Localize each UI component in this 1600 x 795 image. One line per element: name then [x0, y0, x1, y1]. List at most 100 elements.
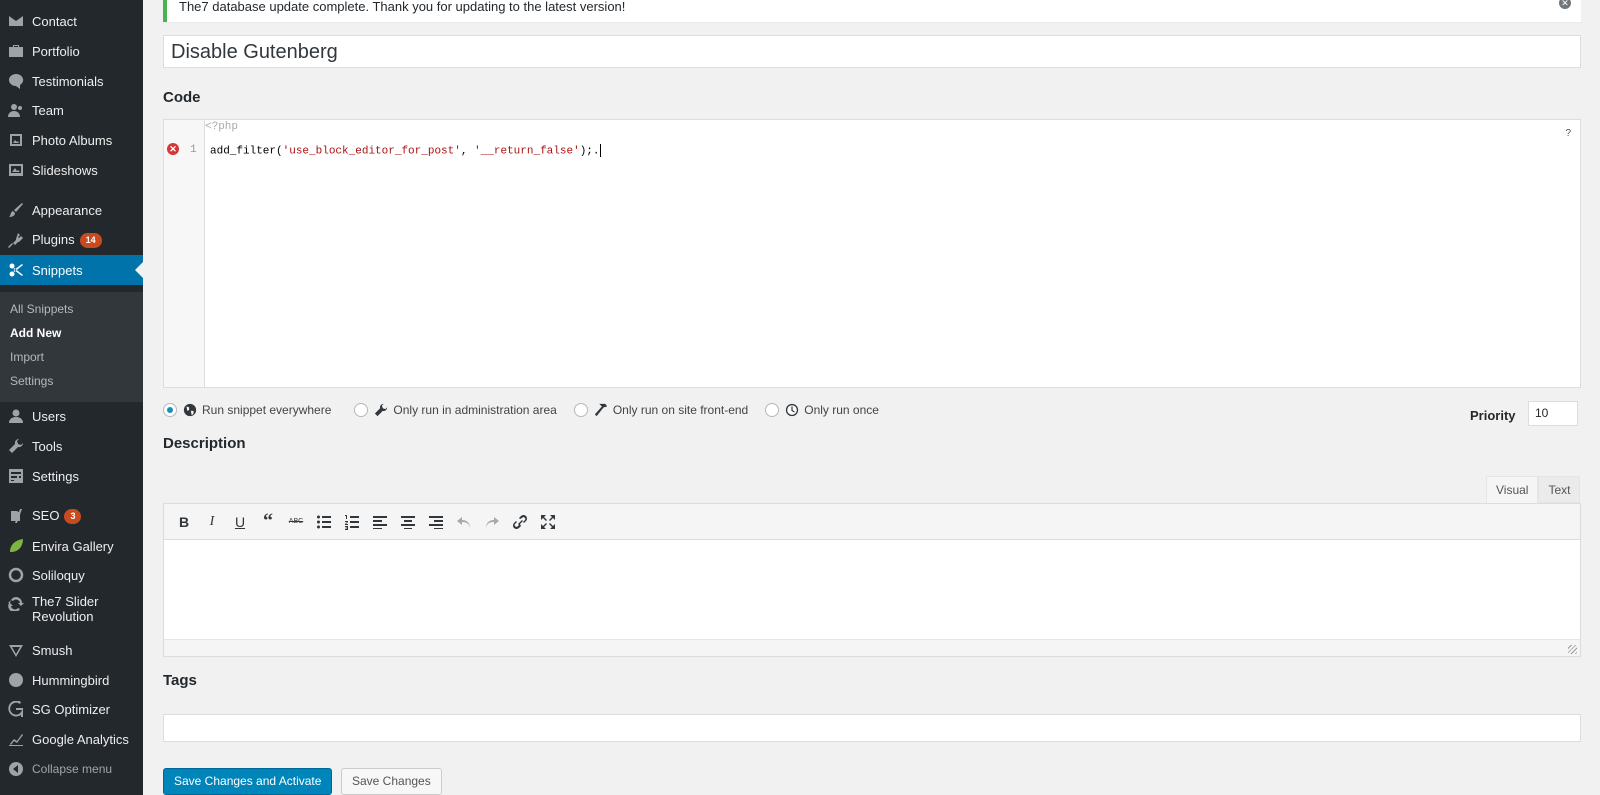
scope-label: Only run once [804, 403, 879, 417]
sidebar-item-label: Snippets [32, 262, 83, 278]
sidebar-item-seo[interactable]: SEO 3 [0, 501, 143, 531]
slideshow-icon [8, 162, 24, 178]
sidebar-item-label: Google Analytics [32, 731, 129, 747]
plugin-icon [8, 232, 24, 248]
tab-visual[interactable]: Visual [1486, 476, 1539, 503]
sidebar-item-label: Team [32, 102, 64, 118]
scope-label: Run snippet everywhere [202, 403, 332, 417]
sidebar-item-label: Photo Albums [32, 132, 113, 148]
editor-help-link[interactable]: ? [1565, 128, 1571, 139]
scope-label: Only run in administration area [393, 403, 557, 417]
resize-handle-icon[interactable] [1568, 645, 1577, 654]
sidebar-item-smush[interactable]: Smush [0, 635, 143, 665]
sidebar-item-label: The7 Slider Revolution [32, 594, 99, 624]
scope-radio-admin[interactable] [354, 403, 369, 417]
sidebar-item-hummingbird[interactable]: Hummingbird [0, 665, 143, 695]
code-line[interactable]: add_filter('use_block_editor_for_post', … [210, 144, 601, 157]
dismiss-notice-icon[interactable]: ✕ [1559, 0, 1571, 9]
undo-button[interactable] [450, 508, 478, 536]
globe-icon [183, 403, 197, 417]
scope-radio-frontend[interactable] [573, 403, 588, 417]
sidebar-item-label: Portfolio [32, 43, 80, 59]
sidebar-item-label: Appearance [32, 202, 103, 218]
sidebar-item-label: Plugins 14 [32, 232, 102, 249]
scope-option-once[interactable]: Only run once [765, 403, 879, 417]
submenu-settings[interactable]: Settings [10, 374, 53, 388]
snippet-title-input[interactable]: Disable Gutenberg [163, 35, 1581, 68]
align-left-button[interactable] [366, 508, 394, 536]
underline-button[interactable]: U [226, 508, 254, 536]
submenu-import[interactable]: Import [10, 350, 44, 364]
sidebar-item-label: Collapse menu [32, 761, 113, 776]
lint-error-icon: ✕ [167, 143, 179, 155]
sidebar-item-sg-optimizer[interactable]: SG Optimizer [0, 694, 143, 724]
scope-option-admin[interactable]: Only run in administration area [354, 403, 557, 417]
sidebar-item-tools[interactable]: Tools [0, 431, 143, 461]
sidebar-item-google-analytics[interactable]: Google Analytics [0, 724, 143, 754]
bullet-list-icon [317, 515, 331, 528]
scope-radio-everywhere[interactable] [163, 403, 177, 417]
italic-button[interactable]: I [198, 508, 226, 536]
redo-button[interactable] [478, 508, 506, 536]
sidebar-item-portfolio[interactable]: Portfolio [0, 36, 143, 66]
align-center-button[interactable] [394, 508, 422, 536]
sidebar-item-label: SEO 3 [32, 508, 82, 525]
refresh-icon [8, 595, 24, 611]
sidebar-item-appearance[interactable]: Appearance [0, 195, 143, 225]
sidebar-item-slider-revolution[interactable]: The7 Slider Revolution [0, 591, 143, 627]
scope-radio-once[interactable] [765, 403, 780, 417]
align-right-button[interactable] [422, 508, 450, 536]
blockquote-button[interactable]: “ [254, 508, 282, 536]
bold-button[interactable]: B [170, 508, 198, 536]
sg-icon [8, 701, 24, 717]
bullet-list-button[interactable] [310, 508, 338, 536]
analytics-icon [8, 731, 24, 747]
save-and-activate-button[interactable]: Save Changes and Activate [163, 768, 333, 795]
scope-label: Only run on site front-end [612, 403, 749, 417]
priority-input[interactable]: 10 [1528, 401, 1578, 426]
collapse-menu-button[interactable]: Collapse menu [0, 754, 143, 784]
text-cursor [599, 144, 601, 157]
insert-link-button[interactable] [506, 508, 534, 536]
collapse-icon [8, 761, 24, 777]
description-editor[interactable] [163, 540, 1581, 657]
save-changes-button[interactable]: Save Changes [341, 768, 442, 795]
sidebar-item-envira-gallery[interactable]: Envira Gallery [0, 531, 143, 561]
tab-text[interactable]: Text [1538, 476, 1581, 503]
sidebar-item-slideshows[interactable]: Slideshows [0, 155, 143, 185]
align-center-icon [401, 515, 415, 529]
scope-option-everywhere[interactable]: Run snippet everywhere [163, 403, 331, 417]
line-number: 1 [190, 144, 197, 156]
user-icon [8, 408, 24, 424]
scope-option-frontend[interactable]: Only run on site front-end [573, 403, 749, 417]
plugin-update-badge: 14 [79, 233, 102, 249]
portfolio-icon [8, 43, 24, 59]
strikethrough-button[interactable]: ABC [282, 508, 310, 536]
mail-icon [8, 13, 24, 29]
sidebar-item-users[interactable]: Users [0, 401, 143, 431]
sidebar-item-team[interactable]: Team [0, 95, 143, 125]
submenu-all-snippets[interactable]: All Snippets [10, 302, 73, 316]
redo-icon [486, 516, 499, 528]
sidebar-item-contact[interactable]: Contact [0, 6, 143, 36]
sidebar-item-snippets[interactable]: Snippets [0, 255, 143, 285]
sidebar-item-soliloquy[interactable]: Soliloquy [0, 560, 143, 590]
sidebar-item-label: Users [32, 408, 66, 424]
code-editor[interactable]: <?php ✕ 1 add_filter('use_block_editor_f… [163, 119, 1581, 388]
seo-notification-badge: 3 [64, 509, 82, 525]
tags-input[interactable] [163, 714, 1581, 742]
success-notice: The7 database update complete. Thank you… [163, 0, 1581, 22]
numbered-list-button[interactable] [338, 508, 366, 536]
sidebar-item-label: Testimonials [32, 73, 104, 89]
sidebar-item-settings[interactable]: Settings [0, 461, 143, 491]
sidebar-item-photo-albums[interactable]: Photo Albums [0, 125, 143, 155]
numbered-list-icon [345, 514, 359, 530]
photo-album-icon [8, 132, 24, 148]
sidebar-item-testimonials[interactable]: Testimonials [0, 66, 143, 96]
description-heading: Description [163, 435, 246, 452]
team-icon [8, 102, 24, 118]
submenu-add-new[interactable]: Add New [10, 326, 61, 340]
sidebar-item-plugins[interactable]: Plugins 14 [0, 225, 143, 255]
sidebar-item-label: Contact [32, 13, 77, 29]
fullscreen-button[interactable] [534, 508, 562, 536]
